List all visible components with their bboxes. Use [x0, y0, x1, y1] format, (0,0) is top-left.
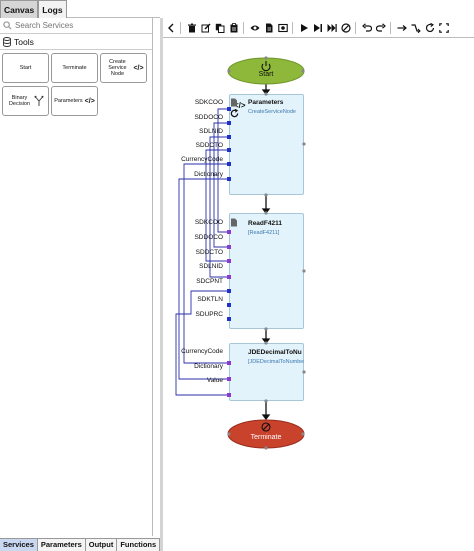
node-subtitle: [ReadF4211] [248, 230, 280, 236]
document-icon[interactable] [230, 218, 238, 227]
port-label: SDDCTO [195, 142, 223, 149]
node-subtitle: [JDEDecimalToNumber] [248, 359, 304, 365]
port-label: Dictionary [194, 363, 223, 370]
node-title: ReadF4211 [248, 220, 282, 227]
node-title: JDEDecimalToNu [248, 349, 302, 356]
toolbar-divider [180, 21, 181, 34]
node-title: Parameters [248, 99, 284, 106]
fit-screen-icon[interactable] [437, 21, 450, 35]
port-label: SDKCOO [194, 219, 223, 226]
search-row [0, 18, 152, 34]
redo-icon[interactable] [374, 21, 387, 35]
clipboard-icon[interactable] [227, 21, 240, 35]
flow-canvas[interactable]: </> Parameters CreateServiceNode ReadF42… [163, 38, 474, 551]
edit-icon[interactable] [199, 21, 212, 35]
fast-forward-icon[interactable] [325, 21, 338, 35]
refresh-icon[interactable] [230, 109, 239, 118]
trash-icon[interactable] [185, 21, 198, 35]
tool-start[interactable]: Start [2, 53, 49, 83]
tool-create-service-node[interactable]: Create Service Node </> [100, 53, 147, 83]
tab-parameters[interactable]: Parameters [37, 539, 86, 551]
node-subtitle: CreateServiceNode [248, 109, 296, 115]
port-label: SDDOCO [194, 114, 223, 121]
tab-functions[interactable]: Functions [117, 539, 161, 551]
tab-canvas[interactable]: Canvas [0, 0, 39, 18]
tab-services[interactable]: Services [0, 539, 38, 551]
toolbar-divider [355, 21, 356, 34]
document-icon[interactable] [262, 21, 275, 35]
tools-label: Tools [14, 36, 34, 47]
port-label: SDLNID [199, 128, 223, 135]
eye-icon[interactable] [248, 21, 261, 35]
database-icon [3, 36, 11, 47]
port-label: SDDCTO [195, 249, 223, 256]
top-tab-bar: Canvas Logs [0, 0, 160, 18]
search-input[interactable] [12, 21, 142, 30]
parameters-node[interactable]: </> Parameters CreateServiceNode [229, 94, 304, 195]
port-label: Dictionary [194, 171, 223, 178]
tool-label: Binary Decision [8, 95, 31, 107]
tool-label: Parameters [54, 98, 83, 104]
port-label: CurrencyCode [181, 156, 223, 163]
left-panel: Tools Start Terminate Create Service Nod… [0, 18, 153, 536]
tab-logs[interactable]: Logs [38, 0, 67, 18]
tool-label: Terminate [62, 65, 87, 71]
tool-terminate[interactable]: Terminate [51, 53, 98, 83]
toolbar-divider [243, 21, 244, 34]
terminate-label: Terminate [250, 434, 282, 441]
readf4211-node[interactable]: ReadF4211 [ReadF4211] [229, 213, 304, 329]
undo-icon[interactable] [360, 21, 373, 35]
refresh-icon[interactable] [423, 21, 436, 35]
play-icon[interactable] [297, 21, 310, 35]
tab-output[interactable]: Output [85, 539, 118, 551]
port-label: SDUPRC [195, 311, 223, 318]
port-label: SDLNID [199, 263, 223, 270]
tool-label: Create Service Node [108, 59, 127, 77]
collapse-icon[interactable] [164, 21, 177, 35]
arrow-right-icon[interactable] [395, 21, 408, 35]
flow-arrow [261, 414, 271, 421]
port-label: SDCPNT [196, 278, 223, 285]
search-icon [3, 21, 12, 30]
port-label: Value [206, 377, 223, 384]
code-icon: </> [133, 64, 144, 72]
stop-icon[interactable] [339, 21, 352, 35]
code-icon: </> [84, 97, 95, 105]
bottom-tab-bar: Services Parameters Output Functions [0, 538, 161, 551]
image-icon[interactable] [276, 21, 289, 35]
toolbar-divider [390, 21, 391, 34]
branch-icon [34, 95, 43, 106]
jde-decimal-node[interactable]: JDEDecimalToNu [JDEDecimalToNumber] [229, 343, 304, 401]
port-label: SDKTLN [197, 296, 223, 303]
step-forward-icon[interactable] [311, 21, 324, 35]
tools-header[interactable]: Tools [0, 34, 152, 50]
tool-label: Start [19, 65, 32, 71]
connector-icon[interactable] [409, 21, 422, 35]
toolbar-divider [292, 21, 293, 34]
wire-sddcto [205, 149, 229, 262]
tool-binary-decision[interactable]: Binary Decision [2, 86, 49, 116]
document-icon[interactable] [230, 98, 238, 107]
port-label: CurrencyCode [181, 348, 223, 355]
port-label: SDKCOO [194, 99, 223, 106]
port-label: SDDOCO [194, 234, 223, 241]
tool-parameters[interactable]: Parameters </> [51, 86, 98, 116]
start-label: Start [258, 71, 274, 78]
copy-icon[interactable] [213, 21, 226, 35]
canvas-toolbar [163, 18, 474, 38]
